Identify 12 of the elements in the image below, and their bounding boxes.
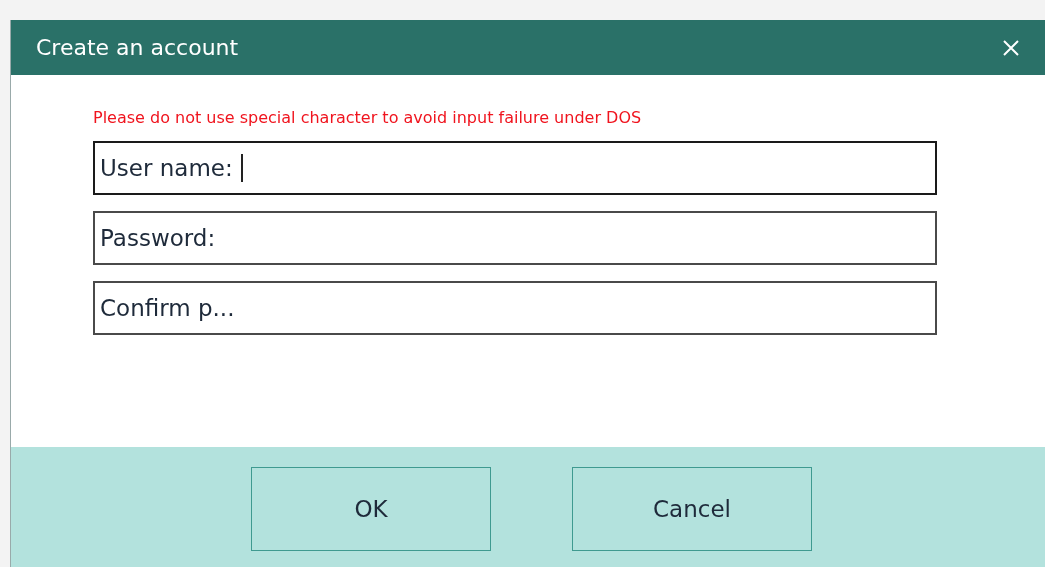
input-field[interactable]: Confirm p... (93, 281, 937, 335)
input-field[interactable]: User name: (93, 141, 937, 195)
field-label: User name: (100, 155, 233, 181)
text-cursor (240, 154, 243, 182)
warning-message: Please do not use special character to avoid input failure under DOS (93, 108, 643, 127)
field-label: Confirm p... (100, 295, 235, 321)
cancel-button[interactable]: Cancel (572, 467, 812, 551)
input-field[interactable]: Password: (93, 211, 937, 265)
ok-button[interactable]: OK (251, 467, 491, 551)
close-icon (1002, 38, 1020, 57)
field-label: Password: (100, 225, 216, 251)
dialog-title: Create an account (36, 35, 239, 60)
